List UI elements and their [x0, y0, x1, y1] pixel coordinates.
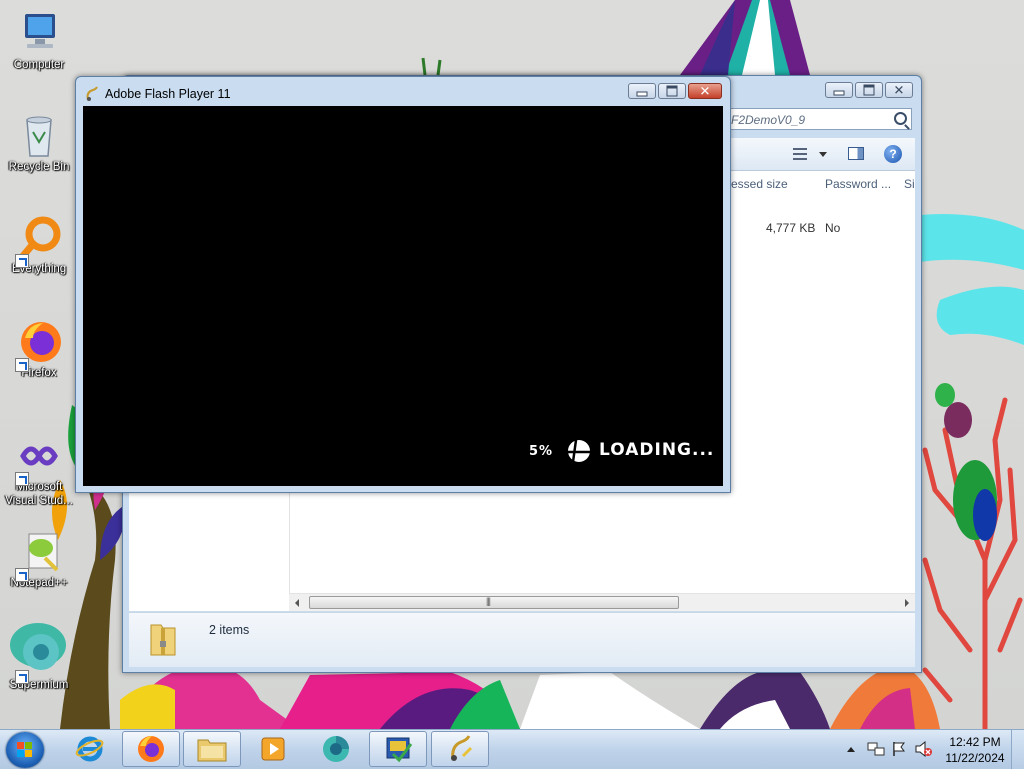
desktop-icon-everything[interactable]: Everything: [2, 214, 76, 276]
show-desktop-button[interactable]: [1011, 730, 1024, 769]
shortcut-arrow-icon: [15, 670, 29, 684]
supermium-icon: [15, 630, 63, 684]
shortcut-arrow-icon: [15, 472, 29, 486]
minimize-button[interactable]: [825, 82, 853, 98]
supermium-icon: [323, 736, 349, 762]
taskbar: 12:42 PM 11/22/2024: [0, 729, 1024, 769]
desktop-icon-supermium[interactable]: Supermium: [2, 630, 76, 692]
zip-folder-icon: [150, 624, 176, 656]
desktop-icon-visual-studio[interactable]: Microsoft Visual Stud...: [2, 432, 76, 508]
column-header-compressed-size[interactable]: ressed size: [727, 171, 788, 197]
game-logo-icon: [568, 439, 590, 463]
everything-icon: [15, 214, 63, 268]
computer-icon: [15, 10, 63, 58]
recycle-bin-icon: [15, 112, 63, 160]
desktop-icon-label: Notepad++: [10, 577, 68, 589]
taskbar-firefox[interactable]: [122, 731, 180, 767]
view-options-icon[interactable]: [793, 148, 807, 160]
taskbar-supermium[interactable]: [307, 731, 365, 767]
start-button[interactable]: [6, 732, 44, 768]
taskbar-flash-player[interactable]: [431, 731, 489, 767]
taskbar-media-player[interactable]: [244, 731, 302, 767]
desktop-icon-label: Microsoft Visual Stud...: [5, 481, 73, 507]
cell-compressed-size: 4,777 KB: [766, 221, 816, 235]
desktop-icon-label: Supermium: [9, 679, 69, 691]
desktop-icon-label: Computer: [13, 59, 65, 71]
show-hidden-icons-icon[interactable]: [847, 747, 855, 752]
explorer-window-controls: ✕: [823, 82, 913, 98]
desktop-icon-notepadpp[interactable]: Notepad++: [2, 528, 76, 590]
taskbar-file-explorer[interactable]: [183, 731, 241, 767]
close-icon: ✕: [699, 83, 711, 99]
window-title: Adobe Flash Player 11: [105, 87, 231, 101]
clock[interactable]: 12:42 PM 11/22/2024: [935, 734, 1015, 766]
taskbar-visual-studio[interactable]: [369, 731, 427, 767]
taskbar-internet-explorer[interactable]: [61, 731, 119, 767]
internet-explorer-icon: [75, 736, 104, 762]
cell-password: No: [825, 221, 841, 235]
desktop-icon-label: Everything: [11, 263, 67, 275]
flash-player-app-icon: [86, 86, 98, 101]
flash-content-area[interactable]: 5% LOADING...: [83, 106, 723, 486]
help-icon[interactable]: ?: [884, 145, 902, 163]
flash-player-window[interactable]: Adobe Flash Player 11 ✕ 5% LOADING...: [75, 76, 731, 493]
scroll-left-icon[interactable]: [295, 599, 299, 607]
action-center-flag-icon[interactable]: [891, 741, 907, 757]
shortcut-arrow-icon: [15, 358, 29, 372]
maximize-icon: [666, 85, 678, 97]
close-button[interactable]: ✕: [688, 83, 722, 99]
column-header-size[interactable]: Si: [904, 171, 915, 197]
search-icon[interactable]: [894, 112, 907, 125]
shortcut-arrow-icon: [15, 254, 29, 268]
minimize-icon: [833, 90, 845, 96]
volume-muted-icon[interactable]: [915, 741, 933, 757]
firefox-icon: [138, 736, 164, 762]
loading-text: LOADING...: [599, 440, 715, 460]
details-pane: 2 items: [129, 612, 915, 667]
minimize-button[interactable]: [628, 83, 656, 99]
maximize-button[interactable]: [855, 82, 883, 98]
chevron-down-icon[interactable]: [819, 152, 827, 157]
preview-pane-icon[interactable]: [848, 147, 864, 160]
close-icon: ✕: [893, 82, 905, 98]
desktop-icon-label: Firefox: [21, 367, 57, 379]
media-player-icon: [261, 737, 285, 761]
scroll-right-icon[interactable]: [905, 599, 909, 607]
flash-window-controls: ✕: [626, 83, 722, 99]
desktop-icon-label: Recycle Bin: [8, 161, 70, 173]
notepadpp-icon: [15, 528, 63, 582]
horizontal-scrollbar[interactable]: [289, 593, 915, 611]
shortcut-arrow-icon: [15, 568, 29, 582]
desktop-icon-recycle-bin[interactable]: Recycle Bin: [2, 112, 76, 174]
clock-date: 11/22/2024: [945, 751, 1005, 765]
desktop-icon-firefox[interactable]: Firefox: [2, 318, 76, 380]
windows-logo-icon: [17, 742, 32, 757]
column-header-password[interactable]: Password ...: [825, 171, 891, 197]
search-input[interactable]: F2DemoV0_9: [724, 108, 912, 130]
close-button[interactable]: ✕: [885, 82, 913, 98]
search-text: F2DemoV0_9: [731, 113, 806, 127]
minimize-icon: [636, 91, 648, 97]
installer-icon: [386, 737, 413, 763]
folder-icon: [197, 739, 227, 762]
flash-player-icon: [451, 735, 473, 761]
scrollbar-thumb[interactable]: [309, 596, 679, 609]
item-count: 2 items: [209, 623, 250, 637]
network-icon[interactable]: [867, 741, 885, 757]
loading-percent: 5%: [529, 444, 554, 459]
maximize-button[interactable]: [658, 83, 686, 99]
desktop-icon-computer[interactable]: Computer: [2, 10, 76, 72]
clock-time: 12:42 PM: [949, 735, 1001, 749]
visual-studio-icon: [15, 432, 63, 486]
firefox-icon: [15, 318, 63, 372]
maximize-icon: [863, 84, 875, 96]
